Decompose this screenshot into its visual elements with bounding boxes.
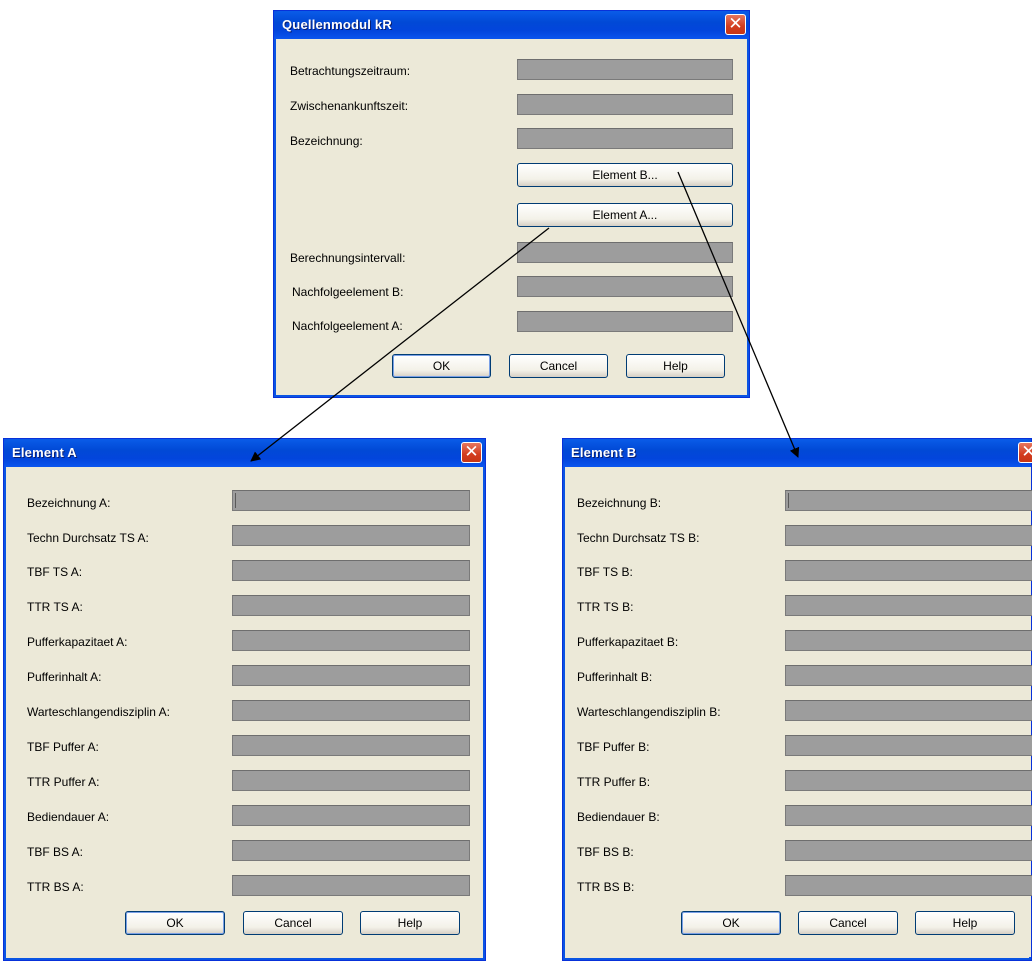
arrow-to-element-b [677, 171, 800, 458]
arrow-to-element-a [250, 227, 550, 462]
connector-arrows [250, 171, 800, 462]
